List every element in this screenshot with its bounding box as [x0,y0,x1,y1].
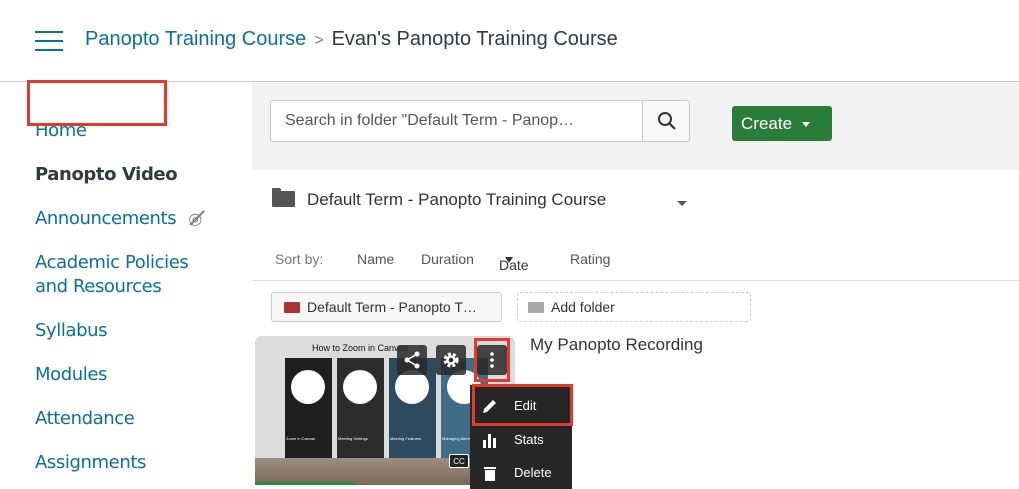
cc-icon: CC [449,454,469,468]
camera-icon [395,370,429,404]
share-button[interactable] [397,345,427,375]
folder-title[interactable]: Default Term - Panopto Training Course [272,188,607,210]
course-nav: Home Panopto Video Announcements ◎ Academ… [0,83,250,489]
menu-delete-label: Delete [514,465,552,480]
sort-bar: Sort by: Name Duration Date Rating [252,245,1019,281]
highlight-box-more-options [474,338,510,382]
folder-dropdown-icon[interactable] [677,201,687,206]
menu-delete[interactable]: Delete [470,457,572,489]
breadcrumb-separator-icon: > [314,32,324,49]
gear-icon [343,370,377,404]
nav-attendance[interactable]: Attendance [35,408,135,429]
highlight-box-edit [472,384,573,426]
top-bar: Panopto Training Course > Evan's Panopto T… [0,0,1019,82]
add-folder-button[interactable]: Add folder [517,292,751,322]
folder-icon [284,302,300,313]
nav-assignments[interactable]: Assignments [35,452,146,473]
thumbnail-caption: Meeting Features [390,436,422,441]
subfolder-chip[interactable]: Default Term - Panopto T… [271,292,502,322]
sort-caret-icon [505,257,513,263]
create-button[interactable]: Create [732,106,832,141]
eye-off-icon: ◎ [188,209,202,228]
share-icon [404,351,420,369]
thumbnail-caption: Zoom in Canvas [286,436,316,441]
sort-label: Sort by: [275,251,324,267]
menu-stats[interactable]: Stats [470,424,572,456]
subfolder-label: Default Term - Panopto T… [307,299,477,315]
add-folder-label: Add folder [551,299,615,315]
breadcrumb: Panopto Training Course > Evan's Panopto T… [85,28,618,51]
sort-duration[interactable]: Duration [421,251,474,267]
panopto-embed: Create Default Term - Panopto Training C… [252,83,1019,489]
thumbnail-panel [337,358,384,458]
search-button[interactable] [642,100,690,142]
thumbnail-title: How to Zoom in Canvas [311,343,409,353]
folder-name: Default Term - Panopto Training Course [307,190,607,209]
easel-icon [291,370,325,404]
breadcrumb-current: Evan's Panopto Training Course [331,28,618,50]
chevron-down-icon [802,122,811,128]
search-icon [658,112,676,130]
hamburger-icon[interactable] [35,31,63,51]
nav-announcements[interactable]: Announcements ◎ [35,208,202,229]
nav-announcements-label: Announcements [35,208,177,229]
gear-icon [443,352,459,368]
add-folder-icon [528,302,544,313]
sort-rating[interactable]: Rating [570,251,610,267]
nav-academic-policies[interactable]: Academic Policies [35,252,189,273]
sort-name[interactable]: Name [357,251,394,267]
sort-date-label: Date [499,257,529,273]
settings-button[interactable] [436,345,466,375]
thumbnail-caption: Meeting Settings [338,436,368,441]
nav-modules[interactable]: Modules [35,364,107,385]
menu-stats-label: Stats [514,432,544,447]
bar-chart-icon [483,434,496,448]
nav-panopto-video[interactable]: Panopto Video [35,164,178,185]
nav-syllabus[interactable]: Syllabus [35,320,108,341]
create-label: Create [741,114,793,133]
folder-icon [272,188,295,207]
search-bar: Create [252,83,1019,170]
nav-academic-policies-line2[interactable]: and Resources [35,276,162,297]
breadcrumb-course-link[interactable]: Panopto Training Course [85,28,306,50]
highlight-box-panopto-video [27,80,167,126]
thumbnail-panel [285,358,332,458]
video-title[interactable]: My Panopto Recording [530,335,703,355]
watch-progress [255,482,355,485]
search-input[interactable] [270,100,643,142]
trash-icon [484,467,496,481]
